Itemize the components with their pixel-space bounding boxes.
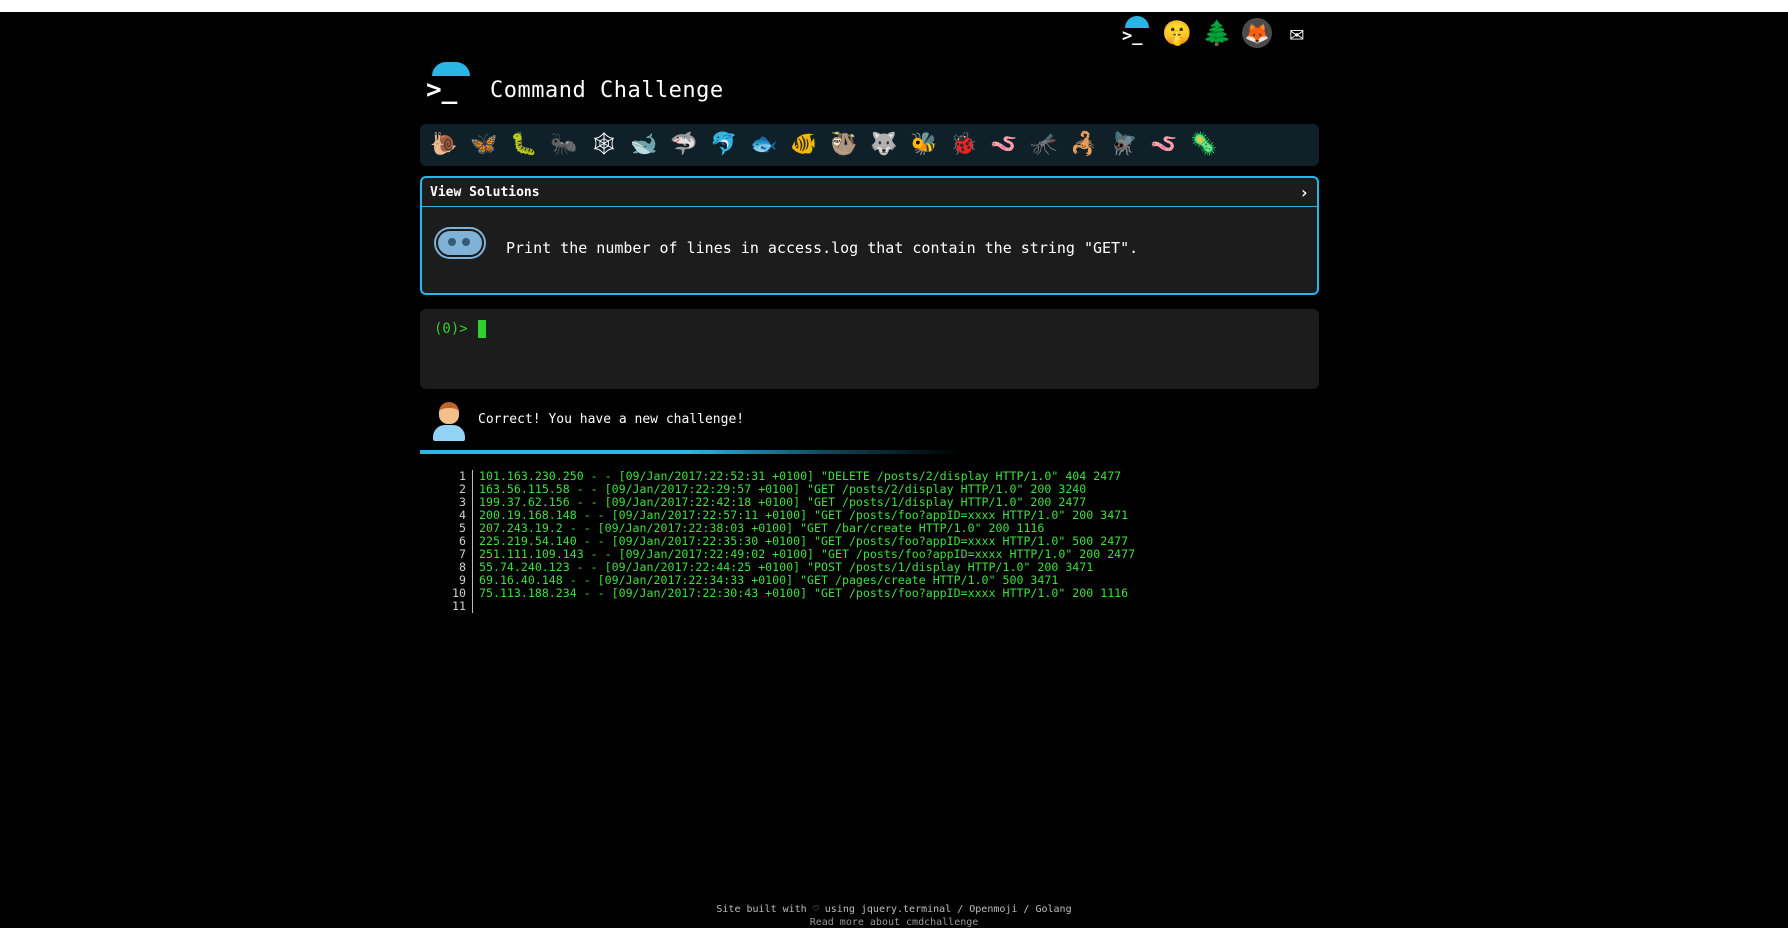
chevron-right-icon[interactable]: › xyxy=(1299,183,1309,202)
line-number: 6 xyxy=(436,535,473,548)
view-solutions-header[interactable]: View Solutions › xyxy=(422,178,1317,207)
terminal-cursor xyxy=(477,320,486,338)
challenge-shark-icon[interactable]: 🦈 xyxy=(666,128,702,162)
challenge-scorpion-icon[interactable]: 🦂 xyxy=(1066,128,1102,162)
log-text: 75.113.188.234 - - [09/Jan/2017:22:30:43… xyxy=(479,586,1129,600)
challenge-bee-icon[interactable]: 🐝 xyxy=(906,128,942,162)
line-number: 1 xyxy=(436,470,473,483)
view-solutions-label: View Solutions xyxy=(430,184,540,200)
line-number: 3 xyxy=(436,496,473,509)
output-log: 1 101.163.230.250 - - [09/Jan/2017:22:52:… xyxy=(436,470,1135,613)
challenge-description: Print the number of lines in access.log … xyxy=(506,239,1139,257)
challenge-worm-icon[interactable]: 🪱 xyxy=(986,128,1022,162)
gitlab-icon[interactable]: 🦊 xyxy=(1240,16,1274,50)
logo-glyph: >_ xyxy=(426,75,458,105)
log-line: 11 xyxy=(436,600,1135,613)
challenge-body: Print the number of lines in access.log … xyxy=(422,207,1317,293)
challenge-butterfly-icon[interactable]: 🦋 xyxy=(466,128,502,162)
line-number: 7 xyxy=(436,548,473,561)
challenge-panel: View Solutions › Print the number of lin… xyxy=(420,176,1319,295)
challenge-whale-icon[interactable]: 🐋 xyxy=(626,128,662,162)
browser-top-strip xyxy=(0,0,1788,12)
tree-icon[interactable]: 🌲 xyxy=(1200,16,1234,50)
avatar-shirt xyxy=(433,425,465,441)
avatar xyxy=(432,400,466,442)
terminal-prompt-line[interactable]: (0)> xyxy=(434,320,486,338)
challenge-tropical-fish-icon[interactable]: 🐠 xyxy=(786,128,822,162)
footer-credits: Site built with ♡ using jquery.terminal … xyxy=(716,904,1072,915)
site-header: >_ Command Challenge xyxy=(420,62,1320,112)
logo-dome xyxy=(432,62,470,76)
terminal[interactable]: (0)> xyxy=(420,309,1319,389)
page-title: Command Challenge xyxy=(490,78,724,103)
terminal-prompt: (0)> xyxy=(434,321,468,337)
line-number: 5 xyxy=(436,522,473,535)
avatar-head xyxy=(439,402,459,424)
terminal-icon-glyph: >_ xyxy=(1122,26,1143,46)
progress-divider xyxy=(420,450,1320,454)
line-number: 8 xyxy=(436,561,473,574)
thinking-face-icon[interactable]: 🤫 xyxy=(1160,16,1194,50)
challenge-wolf-icon[interactable]: 🐺 xyxy=(866,128,902,162)
logo-icon[interactable]: >_ xyxy=(424,62,470,110)
challenge-microbe-icon[interactable]: 🦠 xyxy=(1186,128,1222,162)
challenge-dolphin-icon[interactable]: 🐬 xyxy=(706,128,742,162)
line-number: 11 xyxy=(436,600,473,613)
challenge-spider-web-icon[interactable]: 🕸 xyxy=(586,128,622,162)
challenge-ant-icon[interactable]: 🐜 xyxy=(546,128,582,162)
challenge-ladybug-icon[interactable]: 🐞 xyxy=(946,128,982,162)
challenge-caterpillar-icon[interactable]: 🐛 xyxy=(506,128,542,162)
feedback: Correct! You have a new challenge! xyxy=(420,400,1320,446)
footer-read-more-link[interactable]: Read more about cmdchallenge xyxy=(0,917,1788,928)
top-links: >_ 🤫 🌲 🦊 ✉ xyxy=(1120,16,1314,50)
line-number: 2 xyxy=(436,483,473,496)
challenge-fly-icon[interactable]: 🪰 xyxy=(1106,128,1142,162)
challenge-fish-icon[interactable]: 🐟 xyxy=(746,128,782,162)
challenge-worm-pink-icon[interactable]: 🪱 xyxy=(1146,128,1182,162)
microbe-icon xyxy=(436,229,484,257)
challenge-snail-icon[interactable]: 🐌 xyxy=(426,128,462,162)
terminal-icon[interactable]: >_ xyxy=(1120,16,1154,50)
gitlab-badge: 🦊 xyxy=(1242,18,1272,48)
challenge-sloth-icon[interactable]: 🦥 xyxy=(826,128,862,162)
log-line: 10 75.113.188.234 - - [09/Jan/2017:22:30:… xyxy=(436,587,1135,600)
challenge-mosquito-icon[interactable]: 🦟 xyxy=(1026,128,1062,162)
envelope-icon[interactable]: ✉ xyxy=(1280,16,1314,50)
feedback-message: Correct! You have a new challenge! xyxy=(478,412,745,427)
line-number: 4 xyxy=(436,509,473,522)
challenge-icon-bar: 🐌 🦋 🐛 🐜 🕸 🐋 🦈 🐬 🐟 🐠 🦥 🐺 🐝 🐞 🪱 🦟 🦂 🪰 🪱 🦠 xyxy=(420,124,1319,166)
